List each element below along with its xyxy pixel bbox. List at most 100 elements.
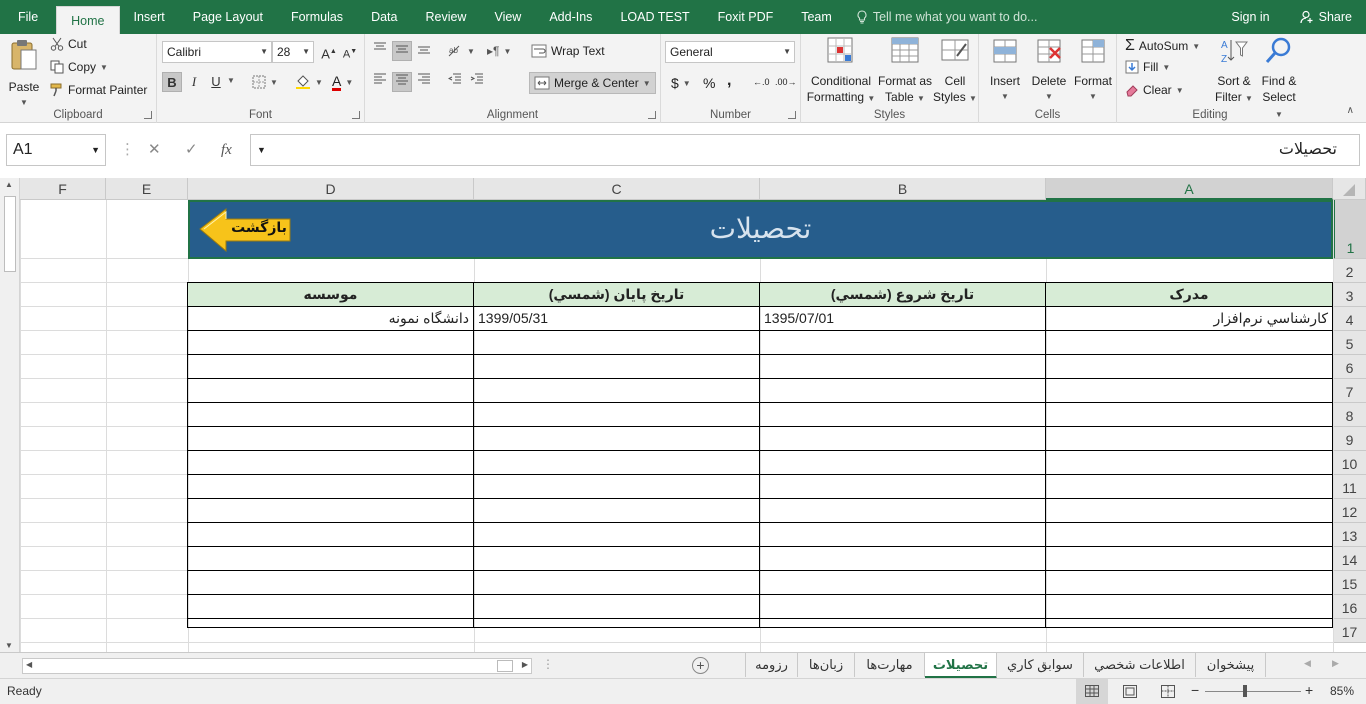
table-cell[interactable]	[473, 426, 760, 451]
conditional-formatting-button[interactable]: Conditional Formatting ▼	[805, 36, 877, 107]
table-cell[interactable]	[1045, 594, 1333, 619]
increase-indent-icon[interactable]	[467, 72, 487, 92]
page-layout-view-icon[interactable]	[1123, 685, 1137, 698]
table-cell[interactable]	[1045, 498, 1333, 523]
wrap-text-button[interactable]: Wrap Text	[531, 44, 605, 58]
number-launcher-icon[interactable]	[788, 111, 796, 119]
sheet-tab-work-history[interactable]: سوابق کاري	[997, 653, 1084, 677]
table-cell[interactable]	[759, 354, 1046, 379]
table-cell[interactable]	[1045, 450, 1333, 475]
table-cell[interactable]	[187, 474, 474, 499]
clipboard-launcher-icon[interactable]	[144, 111, 152, 119]
table-cell[interactable]	[1045, 474, 1333, 499]
row-header-13[interactable]: 13	[1333, 523, 1366, 547]
scroll-right-icon[interactable]: ▶	[522, 660, 528, 669]
table-cell[interactable]	[473, 450, 760, 475]
format-cells-button[interactable]: Format ▼	[1071, 36, 1115, 105]
tab-addins[interactable]: Add-Ins	[535, 0, 606, 34]
table-cell[interactable]	[759, 522, 1046, 547]
scroll-left-icon[interactable]: ◀	[26, 660, 32, 669]
sheet-tab-skills[interactable]: مهارت‌ها	[855, 653, 925, 677]
table-cell[interactable]	[759, 378, 1046, 403]
fill-button[interactable]: Fill ▼	[1125, 60, 1170, 74]
font-size-select[interactable]: 28 ▼	[272, 41, 314, 63]
title-banner[interactable]: تحصيلات	[188, 200, 1333, 259]
column-header-b[interactable]: B	[760, 178, 1046, 200]
table-cell[interactable]	[1045, 570, 1333, 595]
insert-cells-button[interactable]: Insert ▼	[985, 36, 1025, 105]
table-cell[interactable]	[1045, 546, 1333, 571]
font-name-select[interactable]: Calibri ▼	[162, 41, 272, 63]
table-cell[interactable]	[759, 330, 1046, 355]
tell-me-search[interactable]: Tell me what you want to do...	[846, 0, 1048, 34]
column-header-c[interactable]: C	[474, 178, 760, 200]
percent-button[interactable]: %	[703, 75, 715, 91]
tab-insert[interactable]: Insert	[120, 0, 179, 34]
cell-d4[interactable]: دانشگاه نمونه	[187, 306, 474, 331]
name-box[interactable]: A1 ▼	[6, 134, 106, 166]
sheet-tab-education[interactable]: تحصيلات	[925, 653, 997, 679]
horizontal-scroll-thumb[interactable]	[497, 660, 513, 672]
cell-b4[interactable]: 1395/07/01	[759, 306, 1046, 331]
row-header-2[interactable]: 2	[1333, 259, 1366, 283]
row-header-8[interactable]: 8	[1333, 403, 1366, 427]
row-header-4[interactable]: 4	[1333, 307, 1366, 331]
row-header-10[interactable]: 10	[1333, 451, 1366, 475]
table-cell[interactable]	[473, 594, 760, 619]
table-cell[interactable]	[759, 594, 1046, 619]
table-cell[interactable]	[473, 546, 760, 571]
column-header-d[interactable]: D	[188, 178, 474, 200]
table-cell[interactable]	[759, 402, 1046, 427]
table-cell[interactable]	[1045, 618, 1333, 628]
column-header-f[interactable]: F	[20, 178, 106, 200]
fill-color-button[interactable]: ▼	[295, 75, 323, 89]
column-header-e[interactable]: E	[106, 178, 188, 200]
row-header-12[interactable]: 12	[1333, 499, 1366, 523]
zoom-slider[interactable]	[1205, 691, 1301, 692]
table-cell[interactable]	[187, 498, 474, 523]
table-cell[interactable]	[759, 546, 1046, 571]
prev-sheet-icon[interactable]: ◀	[1304, 658, 1311, 669]
table-cell[interactable]	[1045, 330, 1333, 355]
header-cell-degree[interactable]: مدرک	[1045, 282, 1333, 307]
table-cell[interactable]	[187, 426, 474, 451]
header-cell-start-date[interactable]: تاريخ شروع (شمسي)	[759, 282, 1046, 307]
vertical-scroll-thumb[interactable]	[4, 196, 16, 272]
table-cell[interactable]	[473, 402, 760, 427]
orientation-button[interactable]: ab ▼	[447, 44, 475, 58]
confirm-entry-icon[interactable]: ✓	[185, 134, 198, 166]
cell-styles-button[interactable]: Cell Styles ▼	[933, 36, 977, 107]
alignment-launcher-icon[interactable]	[648, 111, 656, 119]
row-header-7[interactable]: 7	[1333, 379, 1366, 403]
decrease-decimal-button[interactable]: .00→	[775, 77, 797, 87]
table-cell[interactable]	[1045, 426, 1333, 451]
row-header-6[interactable]: 6	[1333, 355, 1366, 379]
table-cell[interactable]	[1045, 378, 1333, 403]
font-launcher-icon[interactable]	[352, 111, 360, 119]
cancel-entry-icon[interactable]: ✕	[148, 134, 161, 166]
tab-file[interactable]: File	[0, 0, 56, 34]
zoom-in-icon[interactable]: +	[1305, 682, 1313, 698]
row-header-3[interactable]: 3	[1333, 283, 1366, 307]
align-right-icon[interactable]	[414, 72, 434, 92]
table-cell[interactable]	[473, 522, 760, 547]
italic-button[interactable]: I	[184, 72, 204, 92]
row-header-15[interactable]: 15	[1333, 571, 1366, 595]
tab-view[interactable]: View	[480, 0, 535, 34]
row-header-16[interactable]: 16	[1333, 595, 1366, 619]
row-header-5[interactable]: 5	[1333, 331, 1366, 355]
table-cell[interactable]	[473, 330, 760, 355]
align-bottom-icon[interactable]	[414, 41, 434, 61]
increase-decimal-button[interactable]: ←.0	[753, 77, 770, 87]
add-sheet-icon[interactable]: +	[692, 657, 709, 674]
row-header-17[interactable]: 17	[1333, 619, 1366, 643]
table-cell[interactable]	[187, 594, 474, 619]
table-cell[interactable]	[759, 426, 1046, 451]
table-cell[interactable]	[187, 354, 474, 379]
align-top-icon[interactable]	[370, 41, 390, 61]
decrease-font-size-button[interactable]: A▼	[340, 42, 360, 62]
header-cell-institution[interactable]: موسسه	[187, 282, 474, 307]
table-cell[interactable]	[473, 498, 760, 523]
table-cell[interactable]	[1045, 402, 1333, 427]
delete-cells-button[interactable]: Delete ▼	[1027, 36, 1071, 105]
